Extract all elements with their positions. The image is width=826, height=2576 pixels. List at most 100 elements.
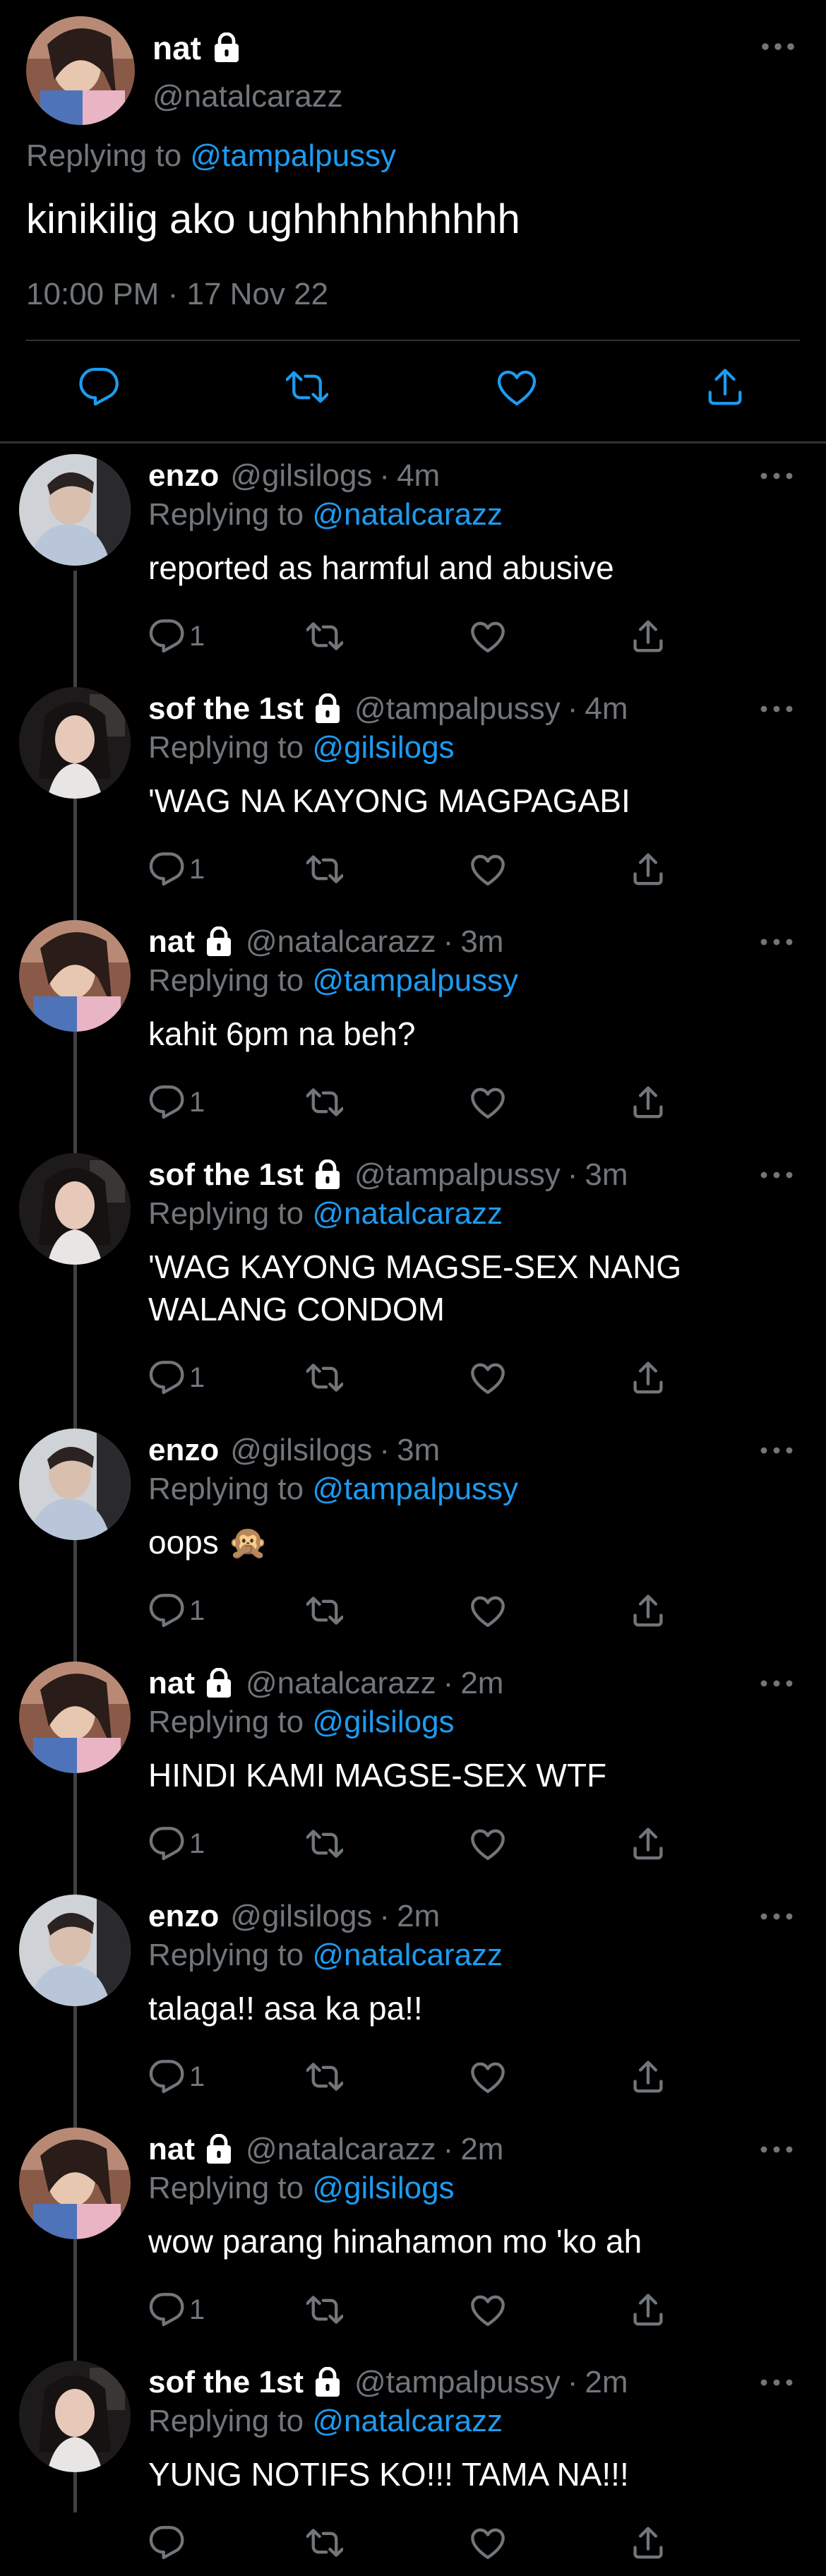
reply-button[interactable] [76, 364, 121, 410]
display-name[interactable]: enzo [148, 458, 219, 494]
avatar[interactable] [26, 16, 135, 125]
retweet-button[interactable] [306, 1590, 343, 1632]
more-icon[interactable] [755, 1902, 798, 1931]
retweet-button[interactable] [306, 2522, 343, 2564]
handle[interactable]: @gilsilogs [230, 458, 372, 494]
replying-to-link[interactable]: @gilsilogs [312, 2171, 454, 2205]
like-button[interactable] [469, 1081, 506, 1123]
share-button[interactable] [630, 1081, 666, 1123]
more-icon[interactable] [755, 1161, 798, 1189]
reply-button[interactable]: 1 [148, 848, 205, 890]
more-icon[interactable] [755, 2368, 798, 2397]
handle[interactable]: @natalcarazz [246, 924, 436, 960]
tweet-time[interactable]: 2m [397, 1899, 440, 1934]
like-button[interactable] [469, 1590, 506, 1632]
share-button[interactable] [630, 2289, 666, 2331]
tweet-timestamp[interactable]: 10:00 PM · 17 Nov 22 [26, 277, 328, 312]
tweet-time[interactable]: 2m [585, 2365, 628, 2400]
share-button[interactable] [630, 848, 666, 890]
like-button[interactable] [469, 1356, 506, 1399]
display-name[interactable]: nat [148, 1666, 195, 1701]
retweet-button[interactable] [306, 1356, 343, 1399]
like-button[interactable] [469, 2056, 506, 2098]
like-button[interactable] [469, 848, 506, 890]
avatar[interactable] [19, 1662, 131, 1773]
replying-to-link[interactable]: @gilsilogs [312, 1705, 454, 1739]
handle[interactable]: @tampalpussy [354, 691, 561, 727]
more-icon[interactable] [755, 1436, 798, 1465]
replying-to-link[interactable]: @tampalpussy [312, 963, 518, 998]
tweet-time[interactable]: 2m [460, 2132, 503, 2167]
reply-button[interactable]: 1 [148, 1356, 205, 1399]
main-tweet[interactable]: nat @natalcarazz Replying to @tampalpuss… [0, 0, 826, 443]
share-button[interactable] [630, 1356, 666, 1399]
reply-button[interactable]: 1 [148, 1081, 205, 1123]
retweet-button[interactable] [306, 2056, 343, 2098]
avatar[interactable] [19, 1429, 131, 1540]
avatar[interactable] [19, 454, 131, 566]
reply-button[interactable]: 1 [148, 615, 205, 657]
like-button[interactable] [494, 364, 539, 410]
retweet-button[interactable] [306, 1823, 343, 1865]
handle[interactable]: @natalcarazz [246, 1666, 436, 1701]
share-button[interactable] [702, 364, 748, 410]
share-button[interactable] [630, 2056, 666, 2098]
display-name[interactable]: sof the 1st [148, 691, 304, 727]
retweet-button[interactable] [306, 1081, 343, 1123]
retweet-button[interactable] [285, 364, 330, 410]
avatar[interactable] [19, 2128, 131, 2239]
avatar[interactable] [19, 920, 131, 1032]
avatar[interactable] [19, 1153, 131, 1265]
display-name[interactable]: enzo [148, 1433, 219, 1468]
replying-to-link[interactable]: @natalcarazz [312, 2404, 503, 2438]
handle[interactable]: @tampalpussy [354, 2365, 561, 2400]
reply-button[interactable]: 1 [148, 2289, 205, 2331]
tweet-time[interactable]: 3m [397, 1433, 440, 1468]
share-button[interactable] [630, 1590, 666, 1632]
replying-to-link[interactable]: @tampalpussy [190, 138, 396, 173]
replying-to-link[interactable]: @gilsilogs [312, 730, 454, 765]
handle[interactable]: @gilsilogs [230, 1899, 372, 1934]
reply-button[interactable]: 1 [148, 2056, 205, 2098]
more-icon[interactable] [755, 695, 798, 723]
like-button[interactable] [469, 2289, 506, 2331]
more-icon[interactable] [755, 928, 798, 956]
display-name[interactable]: sof the 1st [148, 2365, 304, 2400]
share-button[interactable] [630, 615, 666, 657]
tweet-time[interactable]: 3m [585, 1157, 628, 1193]
like-button[interactable] [469, 615, 506, 657]
more-icon[interactable] [755, 1669, 798, 1698]
avatar[interactable] [19, 1895, 131, 2006]
retweet-button[interactable] [306, 848, 343, 890]
display-name[interactable]: nat [152, 29, 201, 67]
replying-to-link[interactable]: @natalcarazz [312, 497, 503, 532]
display-name[interactable]: sof the 1st [148, 1157, 304, 1193]
retweet-button[interactable] [306, 2289, 343, 2331]
display-name[interactable]: nat [148, 2132, 195, 2167]
avatar[interactable] [19, 687, 131, 799]
like-button[interactable] [469, 1823, 506, 1865]
tweet-time[interactable]: 4m [397, 458, 440, 494]
retweet-button[interactable] [306, 615, 343, 657]
replying-to-link[interactable]: @tampalpussy [312, 1472, 518, 1506]
reply-button[interactable] [148, 2522, 189, 2564]
more-icon[interactable] [757, 32, 799, 61]
share-button[interactable] [630, 2522, 666, 2564]
handle[interactable]: @tampalpussy [354, 1157, 561, 1193]
reply-button[interactable]: 1 [148, 1590, 205, 1632]
tweet-time[interactable]: 2m [460, 1666, 503, 1701]
replying-to-link[interactable]: @natalcarazz [312, 1196, 503, 1231]
handle[interactable]: @natalcarazz [152, 79, 343, 114]
display-name[interactable]: enzo [148, 1899, 219, 1934]
reply-button[interactable]: 1 [148, 1823, 205, 1865]
more-icon[interactable] [755, 2135, 798, 2164]
avatar[interactable] [19, 2361, 131, 2472]
display-name[interactable]: nat [148, 924, 195, 960]
tweet-time[interactable]: 4m [585, 691, 628, 727]
tweet-time[interactable]: 3m [460, 924, 503, 960]
more-icon[interactable] [755, 462, 798, 490]
like-button[interactable] [469, 2522, 506, 2564]
replying-to-link[interactable]: @natalcarazz [312, 1938, 503, 1972]
share-button[interactable] [630, 1823, 666, 1865]
handle[interactable]: @gilsilogs [230, 1433, 372, 1468]
